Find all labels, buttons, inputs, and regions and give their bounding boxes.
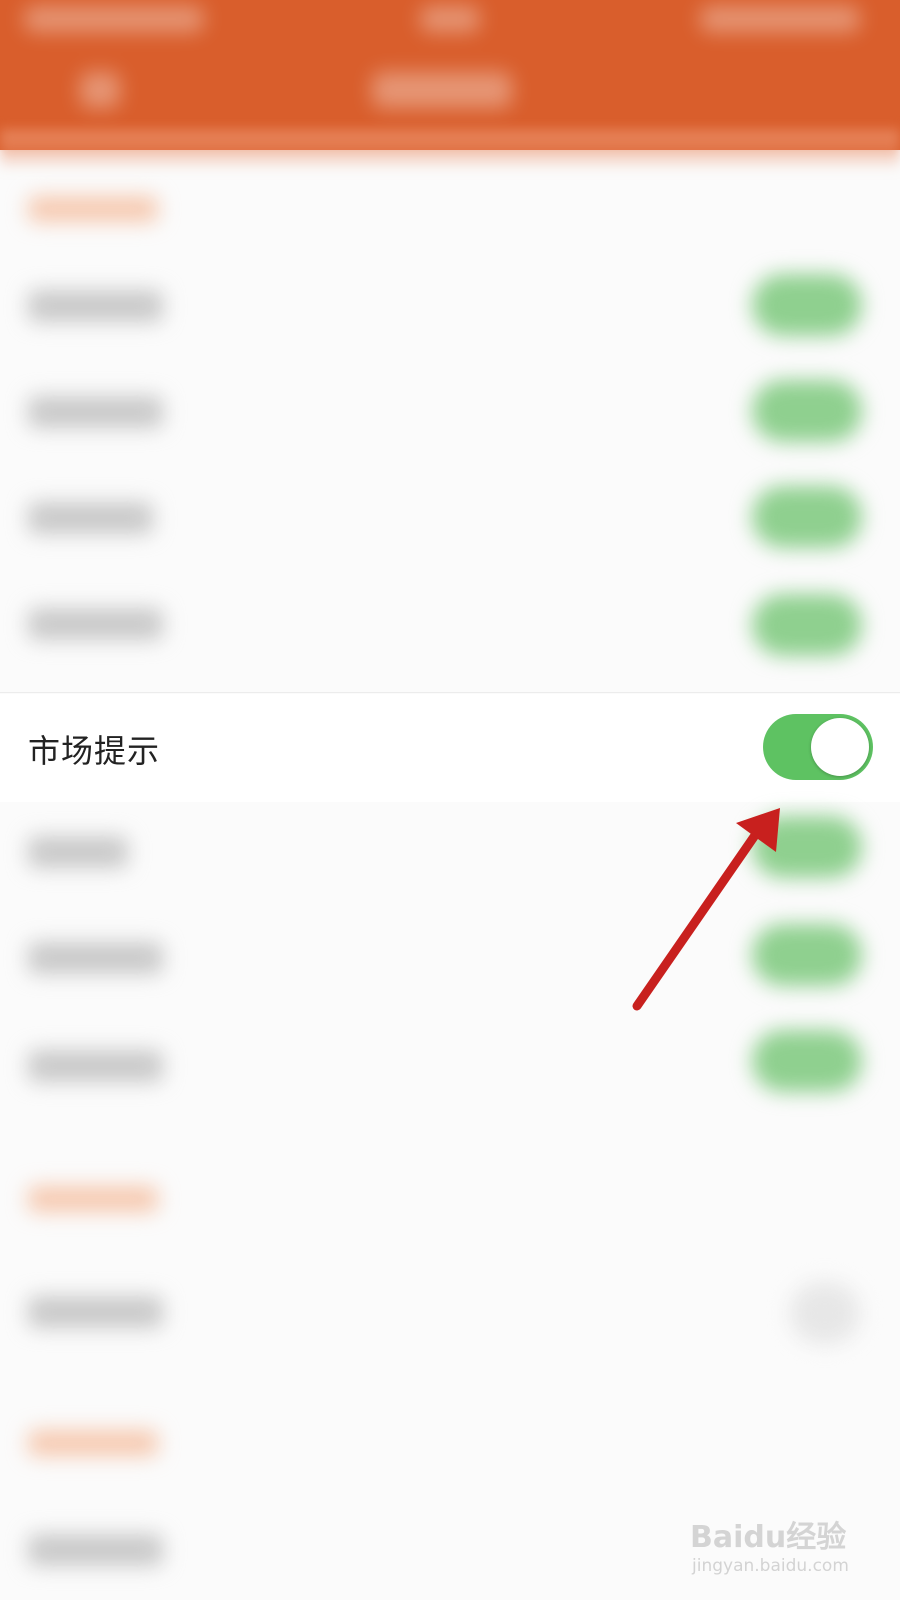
baidu-jingyan-watermark: Baidu经验 jingyan.baidu.com — [690, 1500, 890, 1590]
annotation-arrow — [632, 808, 780, 1011]
watermark-brand: Baidu经验 — [690, 1520, 847, 1555]
arrow-shaft — [632, 823, 765, 1011]
watermark-url: jingyan.baidu.com — [692, 1556, 849, 1576]
